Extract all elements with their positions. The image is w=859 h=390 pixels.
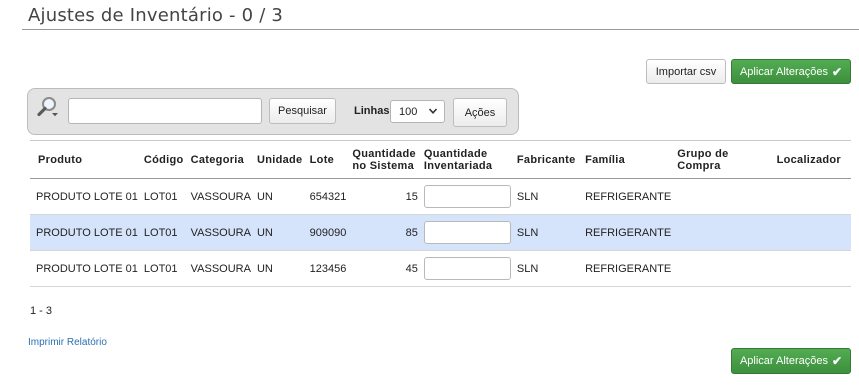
cell-grupo-compra	[674, 214, 774, 251]
col-fabricante: Fabricante	[513, 140, 583, 179]
col-qtd-inventariada-line1: Quantidade	[423, 147, 488, 160]
apply-changes-label: Aplicar Alterações	[739, 65, 828, 78]
cell-qtd-inventariada	[420, 250, 514, 287]
rows-per-page-select[interactable]: 100	[390, 100, 445, 123]
cell-produto: PRODUTO LOTE 01	[30, 250, 141, 287]
col-qtd-inventariada: Quantidade Inventariada	[420, 140, 514, 179]
col-qtd-inventariada-line2: Inventariada	[423, 159, 493, 172]
cell-qtd-sistema: 15	[349, 178, 421, 215]
cell-fabricante: SLN	[513, 250, 583, 287]
col-grupo-compra: Grupo de Compra	[674, 140, 774, 179]
col-qtd-sistema-line2: no Sistema	[352, 159, 415, 172]
search-panel: Pesquisar Linhas 100 Ações	[27, 88, 519, 135]
rows-label: Linhas	[354, 105, 390, 117]
col-qtd-sistema: Quantidade no Sistema	[349, 140, 421, 179]
col-localizador: Localizador	[773, 140, 851, 179]
actions-button[interactable]: Ações	[453, 98, 507, 127]
cell-categoria: VASSOURA	[187, 214, 254, 251]
col-familia: Família	[582, 140, 675, 179]
cell-unidade: UN	[253, 178, 307, 215]
cell-codigo: LOT01	[140, 178, 188, 215]
title-divider	[22, 29, 859, 30]
apply-changes-label: Aplicar Alterações	[739, 355, 828, 367]
check-icon: ✔	[831, 354, 843, 368]
table-header-row: Produto Código Categoria Unidade Lote Qu…	[30, 140, 851, 179]
cell-categoria: VASSOURA	[187, 178, 254, 215]
cell-grupo-compra	[674, 178, 774, 215]
cell-grupo-compra	[674, 250, 774, 287]
cell-unidade: UN	[253, 250, 307, 287]
import-csv-button[interactable]: Importar csv	[646, 59, 726, 84]
col-lote: Lote	[306, 140, 350, 179]
cell-localizador	[773, 250, 851, 287]
apply-changes-button-top[interactable]: Aplicar Alterações ✔	[731, 59, 851, 84]
qty-inventariada-input[interactable]	[423, 221, 511, 244]
cell-localizador	[773, 214, 851, 251]
cell-produto: PRODUTO LOTE 01	[30, 178, 141, 215]
chevron-down-icon	[428, 108, 438, 114]
cell-codigo: LOT01	[140, 214, 188, 251]
cell-qtd-inventariada	[420, 178, 514, 215]
table-row[interactable]: PRODUTO LOTE 01 LOT01 VASSOURA UN 654321…	[30, 178, 851, 215]
check-icon: ✔	[831, 64, 843, 79]
pagination-range: 1 - 3	[30, 305, 53, 317]
cell-qtd-sistema: 45	[349, 250, 421, 287]
cell-lote: 654321	[306, 178, 350, 215]
rows-per-page-value: 100	[399, 105, 418, 118]
cell-fabricante: SLN	[513, 214, 583, 251]
qty-inventariada-input[interactable]	[423, 257, 511, 280]
cell-localizador	[773, 178, 851, 215]
col-qtd-sistema-line1: Quantidade	[352, 147, 416, 160]
apply-changes-button-bottom[interactable]: Aplicar Alterações ✔	[731, 348, 851, 374]
magnifier-icon	[37, 97, 58, 117]
cell-qtd-sistema: 85	[349, 214, 421, 251]
col-produto: Produto	[30, 140, 141, 179]
col-unidade: Unidade	[253, 140, 307, 179]
cell-unidade: UN	[253, 214, 307, 251]
cell-fabricante: SLN	[513, 178, 583, 215]
cell-categoria: VASSOURA	[187, 250, 254, 287]
table-row[interactable]: PRODUTO LOTE 01 LOT01 VASSOURA UN 909090…	[30, 214, 851, 251]
page-title: Ajustes de Inventário - 0 / 3	[28, 5, 284, 26]
search-input[interactable]	[68, 98, 262, 124]
cell-familia: REFRIGERANTE	[582, 178, 675, 215]
table-row[interactable]: PRODUTO LOTE 01 LOT01 VASSOURA UN 123456…	[30, 250, 851, 287]
col-categoria: Categoria	[187, 140, 254, 179]
cell-familia: REFRIGERANTE	[582, 250, 675, 287]
cell-lote: 909090	[306, 214, 350, 251]
print-report-link[interactable]: Imprimir Relatório	[28, 337, 107, 348]
col-codigo: Código	[140, 140, 188, 179]
cell-produto: PRODUTO LOTE 01	[30, 214, 141, 251]
cell-lote: 123456	[306, 250, 350, 287]
inventory-table: Produto Código Categoria Unidade Lote Qu…	[30, 140, 851, 287]
search-button[interactable]: Pesquisar	[269, 98, 336, 124]
cell-codigo: LOT01	[140, 250, 188, 287]
qty-inventariada-input[interactable]	[423, 185, 511, 208]
cell-qtd-inventariada	[420, 214, 514, 251]
cell-familia: REFRIGERANTE	[582, 214, 675, 251]
